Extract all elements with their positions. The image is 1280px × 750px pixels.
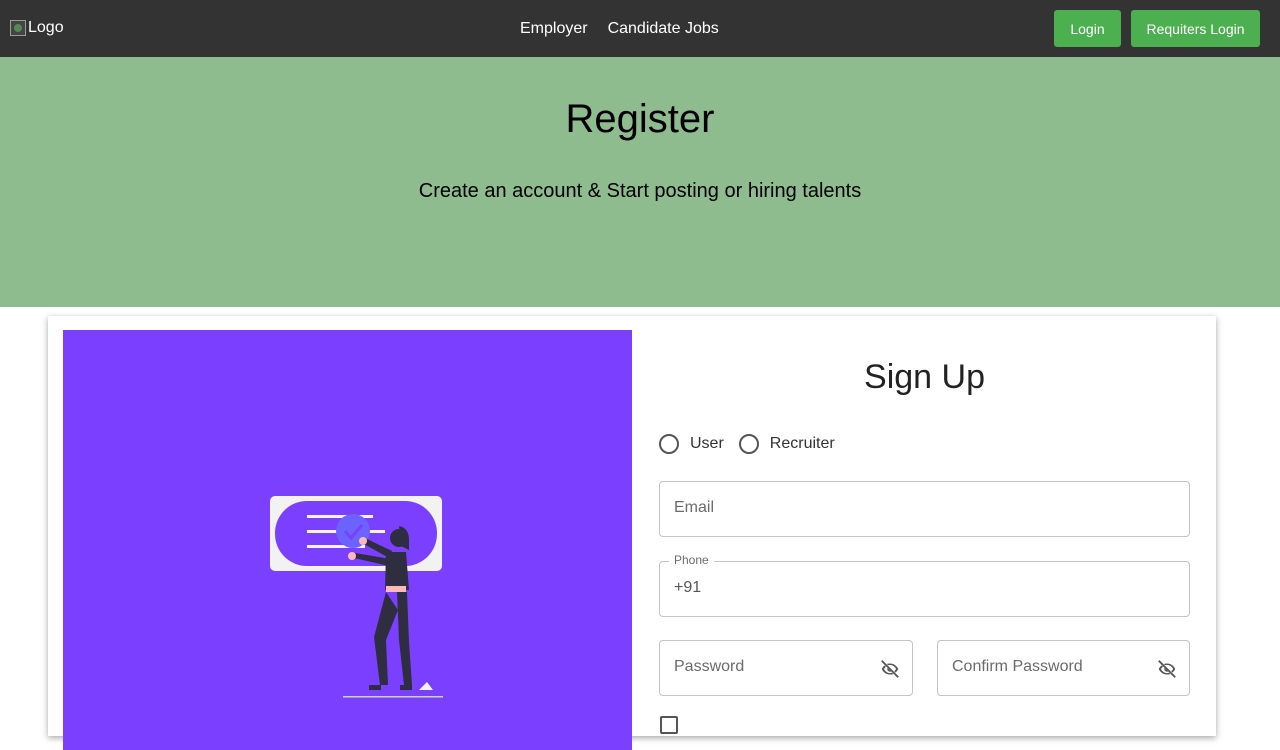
radio-user[interactable] <box>659 434 679 454</box>
email-placeholder: Email <box>674 499 715 516</box>
page-title: Register <box>565 97 715 141</box>
password-placeholder: Password <box>674 658 745 675</box>
illustration-panel <box>63 330 632 750</box>
terms-checkbox[interactable] <box>660 716 678 734</box>
signup-illustration <box>270 496 443 698</box>
email-field[interactable]: Email <box>659 481 1190 537</box>
login-button[interactable]: Login <box>1054 10 1121 47</box>
nav-links: Employer Candidate Jobs <box>520 0 719 57</box>
hero-banner: Register Create an account & Start posti… <box>0 57 1280 307</box>
radio-recruiter[interactable] <box>738 434 759 454</box>
phone-value: +91 <box>674 579 702 596</box>
nav-link-candidate-jobs[interactable]: Candidate Jobs <box>608 20 719 38</box>
signup-card: Sign Up User Recruiter Email Phone +91 P… <box>48 316 1216 750</box>
nav-link-employer[interactable]: Employer <box>520 20 588 38</box>
confirm-password-placeholder: Confirm Password <box>952 658 1083 675</box>
recruiter-login-button[interactable]: Requiters Login <box>1131 10 1260 47</box>
navbar: Logo Employer Candidate Jobs Login Requi… <box>0 0 1280 57</box>
logo-alt-text: Logo <box>28 19 64 36</box>
page-subtitle: Create an account & Start posting or hir… <box>418 180 862 202</box>
confirm-password-field[interactable]: Confirm Password <box>937 640 1190 696</box>
form-title: Sign Up <box>864 358 985 396</box>
phone-label: Phone <box>669 553 714 567</box>
broken-image-icon <box>10 20 26 36</box>
eye-off-icon[interactable] <box>878 658 902 680</box>
eye-off-icon[interactable] <box>1155 658 1179 680</box>
role-radio-group: User Recruiter <box>659 433 850 455</box>
radio-recruiter-label: Recruiter <box>769 435 835 452</box>
phone-field[interactable]: Phone +91 <box>659 553 1190 617</box>
signup-form: Sign Up User Recruiter Email Phone +91 P… <box>659 316 1190 736</box>
logo[interactable]: Logo <box>10 19 64 37</box>
radio-user-label: User <box>690 435 724 452</box>
password-field[interactable]: Password <box>659 640 913 696</box>
